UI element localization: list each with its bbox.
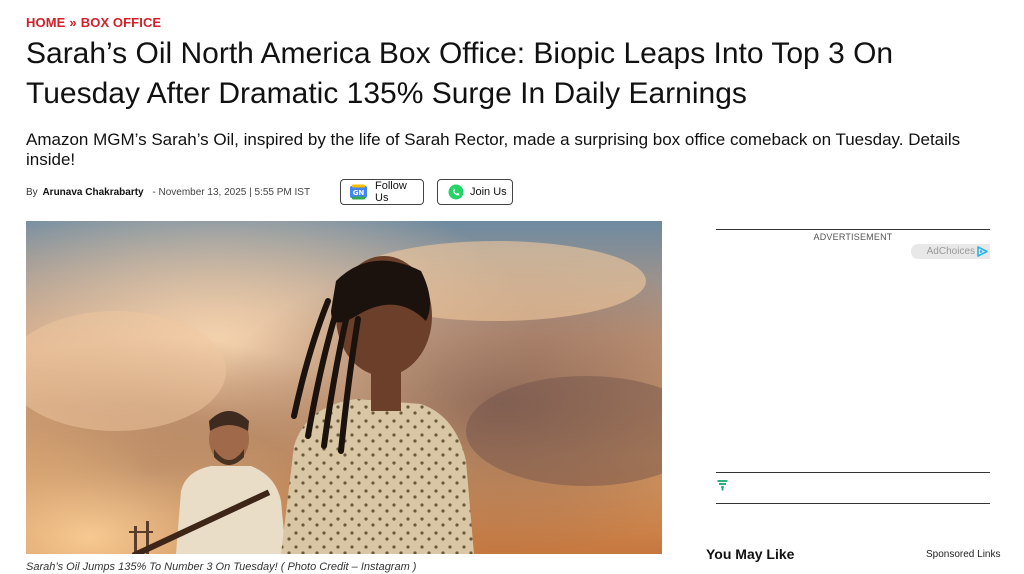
adchoices-icon: [977, 246, 988, 257]
ad-divider-middle: [716, 472, 990, 473]
article-hero-image: [26, 221, 662, 554]
advertisement-label: ADVERTISEMENT: [813, 232, 893, 242]
article-subhead: Amazon MGM’s Sarah’s Oil, inspired by th…: [26, 130, 961, 169]
follow-us-label: Follow Us: [375, 180, 407, 204]
breadcrumb-home-link[interactable]: HOME: [26, 15, 65, 30]
join-us-label: Join Us: [470, 186, 507, 198]
adchoices-label: AdChoices: [926, 246, 975, 257]
breadcrumb: HOME » BOX OFFICE: [26, 15, 161, 30]
sponsored-links-label[interactable]: Sponsored Links: [926, 549, 1001, 560]
feed-provider-icon[interactable]: [717, 478, 728, 496]
breadcrumb-separator: »: [69, 15, 77, 30]
image-caption: Sarah’s Oil Jumps 135% To Number 3 On Tu…: [26, 561, 417, 573]
follow-us-button[interactable]: GN Follow Us: [340, 179, 424, 205]
byline-prefix: By: [26, 187, 38, 198]
ad-divider-bottom: [716, 503, 990, 504]
google-news-icon: GN: [349, 184, 369, 200]
publish-date: - November 13, 2025 | 5:55 PM IST: [152, 187, 311, 198]
whatsapp-icon: [448, 184, 464, 200]
svg-text:GN: GN: [353, 189, 365, 197]
join-us-button[interactable]: Join Us: [437, 179, 513, 205]
article-headline: Sarah’s Oil North America Box Office: Bi…: [26, 37, 894, 110]
adchoices-badge[interactable]: AdChoices: [911, 244, 990, 259]
author-link[interactable]: Arunava Chakrabarty: [42, 187, 143, 198]
you-may-like-heading: You May Like: [706, 546, 795, 562]
ad-divider-top: [716, 229, 990, 230]
article-byline: By Arunava Chakrabarty - November 13, 20…: [26, 187, 310, 198]
breadcrumb-section-link[interactable]: BOX OFFICE: [81, 15, 161, 30]
